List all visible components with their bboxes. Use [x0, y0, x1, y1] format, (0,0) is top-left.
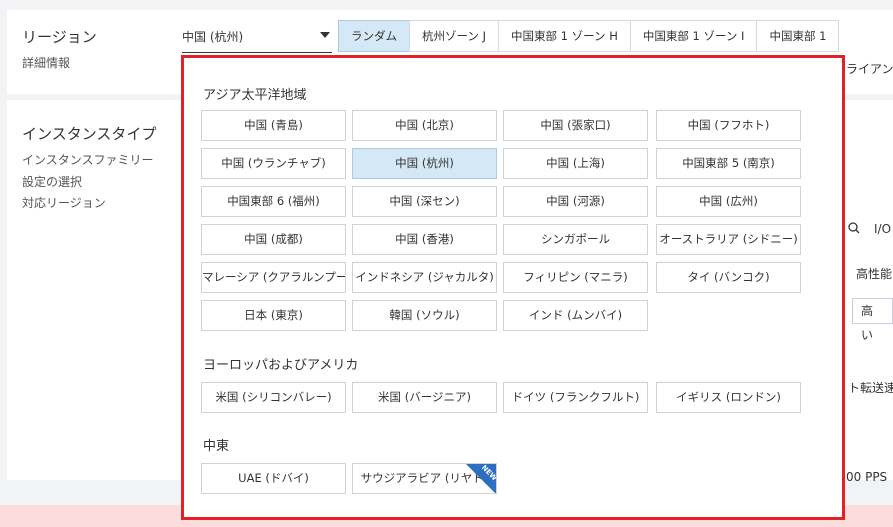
region-option-new[interactable]: サウジアラビア (リヤド) NEW	[352, 463, 497, 494]
pps-text: 00 PPS	[846, 470, 888, 484]
region-option[interactable]: 中国 (上海)	[503, 148, 648, 179]
region-option[interactable]: 中国東部 6 (福州)	[201, 186, 346, 217]
region-option[interactable]: 中国 (フフホト)	[656, 110, 801, 141]
region-label: リージョン	[22, 28, 97, 46]
region-option[interactable]: インドネシア (ジャカルタ)	[352, 262, 497, 293]
region-option[interactable]: マレーシア (クアラルンプール)	[201, 262, 346, 293]
instance-family-link[interactable]: インスタンスファミリー	[22, 151, 154, 168]
zone-tab-east1-more[interactable]: 中国東部 1	[756, 20, 840, 52]
background-fragment-top: ライアン	[846, 62, 893, 76]
region-option-selected[interactable]: 中国 (杭州)	[352, 148, 497, 179]
region-select[interactable]: 中国 (杭州)	[182, 28, 332, 53]
region-option[interactable]: 中国 (河源)	[503, 186, 648, 217]
region-dropdown-panel: アジア太平洋地域 中国 (青島) 中国 (北京) 中国 (張家口) 中国 (フフ…	[181, 55, 845, 520]
region-option[interactable]: 米国 (バージニア)	[352, 382, 497, 413]
high-filter-button[interactable]: 高い	[852, 298, 893, 342]
detail-link[interactable]: 詳細情報	[22, 54, 70, 71]
region-option[interactable]: UAE (ドバイ)	[201, 463, 346, 494]
zone-tab-hangzhou-j[interactable]: 杭州ゾーン J	[409, 20, 499, 52]
supported-regions-link[interactable]: 対応リージョン	[22, 194, 106, 211]
transfer-speed-text: ト転送速	[848, 381, 893, 395]
region-option[interactable]: 中国 (青島)	[201, 110, 346, 141]
region-option[interactable]: インド (ムンバイ)	[503, 300, 648, 331]
group-title-europe-americas: ヨーロッパおよびアメリカ	[203, 358, 359, 373]
region-option[interactable]: 中国 (香港)	[352, 224, 497, 255]
region-select-value: 中国 (杭州)	[182, 30, 244, 44]
region-option[interactable]: 米国 (シリコンバレー)	[201, 382, 346, 413]
performance-label: 高性能	[856, 267, 893, 281]
region-option[interactable]: 中国 (深セン)	[352, 186, 497, 217]
region-option[interactable]: 中国 (広州)	[656, 186, 801, 217]
group-title-asia-pacific: アジア太平洋地域	[203, 88, 307, 103]
region-option[interactable]: シンガポール	[503, 224, 648, 255]
region-option[interactable]: 日本 (東京)	[201, 300, 346, 331]
io-label: I/O	[874, 222, 892, 236]
region-option[interactable]: 中国 (ウランチャブ)	[201, 148, 346, 179]
region-option[interactable]: 中国 (北京)	[352, 110, 497, 141]
group-title-middle-east: 中東	[203, 439, 230, 454]
region-option[interactable]: 韓国 (ソウル)	[352, 300, 497, 331]
search-icon[interactable]	[848, 222, 860, 237]
chevron-down-icon	[320, 32, 330, 38]
region-option[interactable]: 中国東部 5 (南京)	[656, 148, 801, 179]
region-option[interactable]: 中国 (成都)	[201, 224, 346, 255]
zone-tab-east1-h[interactable]: 中国東部 1 ゾーン H	[497, 20, 631, 52]
zone-tabs: ランダム 杭州ゾーン J 中国東部 1 ゾーン H 中国東部 1 ゾーン I 中…	[338, 20, 840, 52]
region-option[interactable]: オーストラリア (シドニー)	[656, 224, 801, 255]
zone-tab-random[interactable]: ランダム	[338, 20, 410, 52]
instance-type-title: インスタンスタイプ	[22, 125, 157, 143]
region-option[interactable]: 中国 (張家口)	[503, 110, 648, 141]
region-option[interactable]: ドイツ (フランクフルト)	[503, 382, 648, 413]
zone-tab-east1-i[interactable]: 中国東部 1 ゾーン I	[629, 20, 758, 52]
region-option[interactable]: フィリピン (マニラ)	[503, 262, 648, 293]
region-option[interactable]: タイ (バンコク)	[656, 262, 801, 293]
region-option[interactable]: イギリス (ロンドン)	[656, 382, 801, 413]
config-selection-link[interactable]: 設定の選択	[22, 173, 82, 190]
